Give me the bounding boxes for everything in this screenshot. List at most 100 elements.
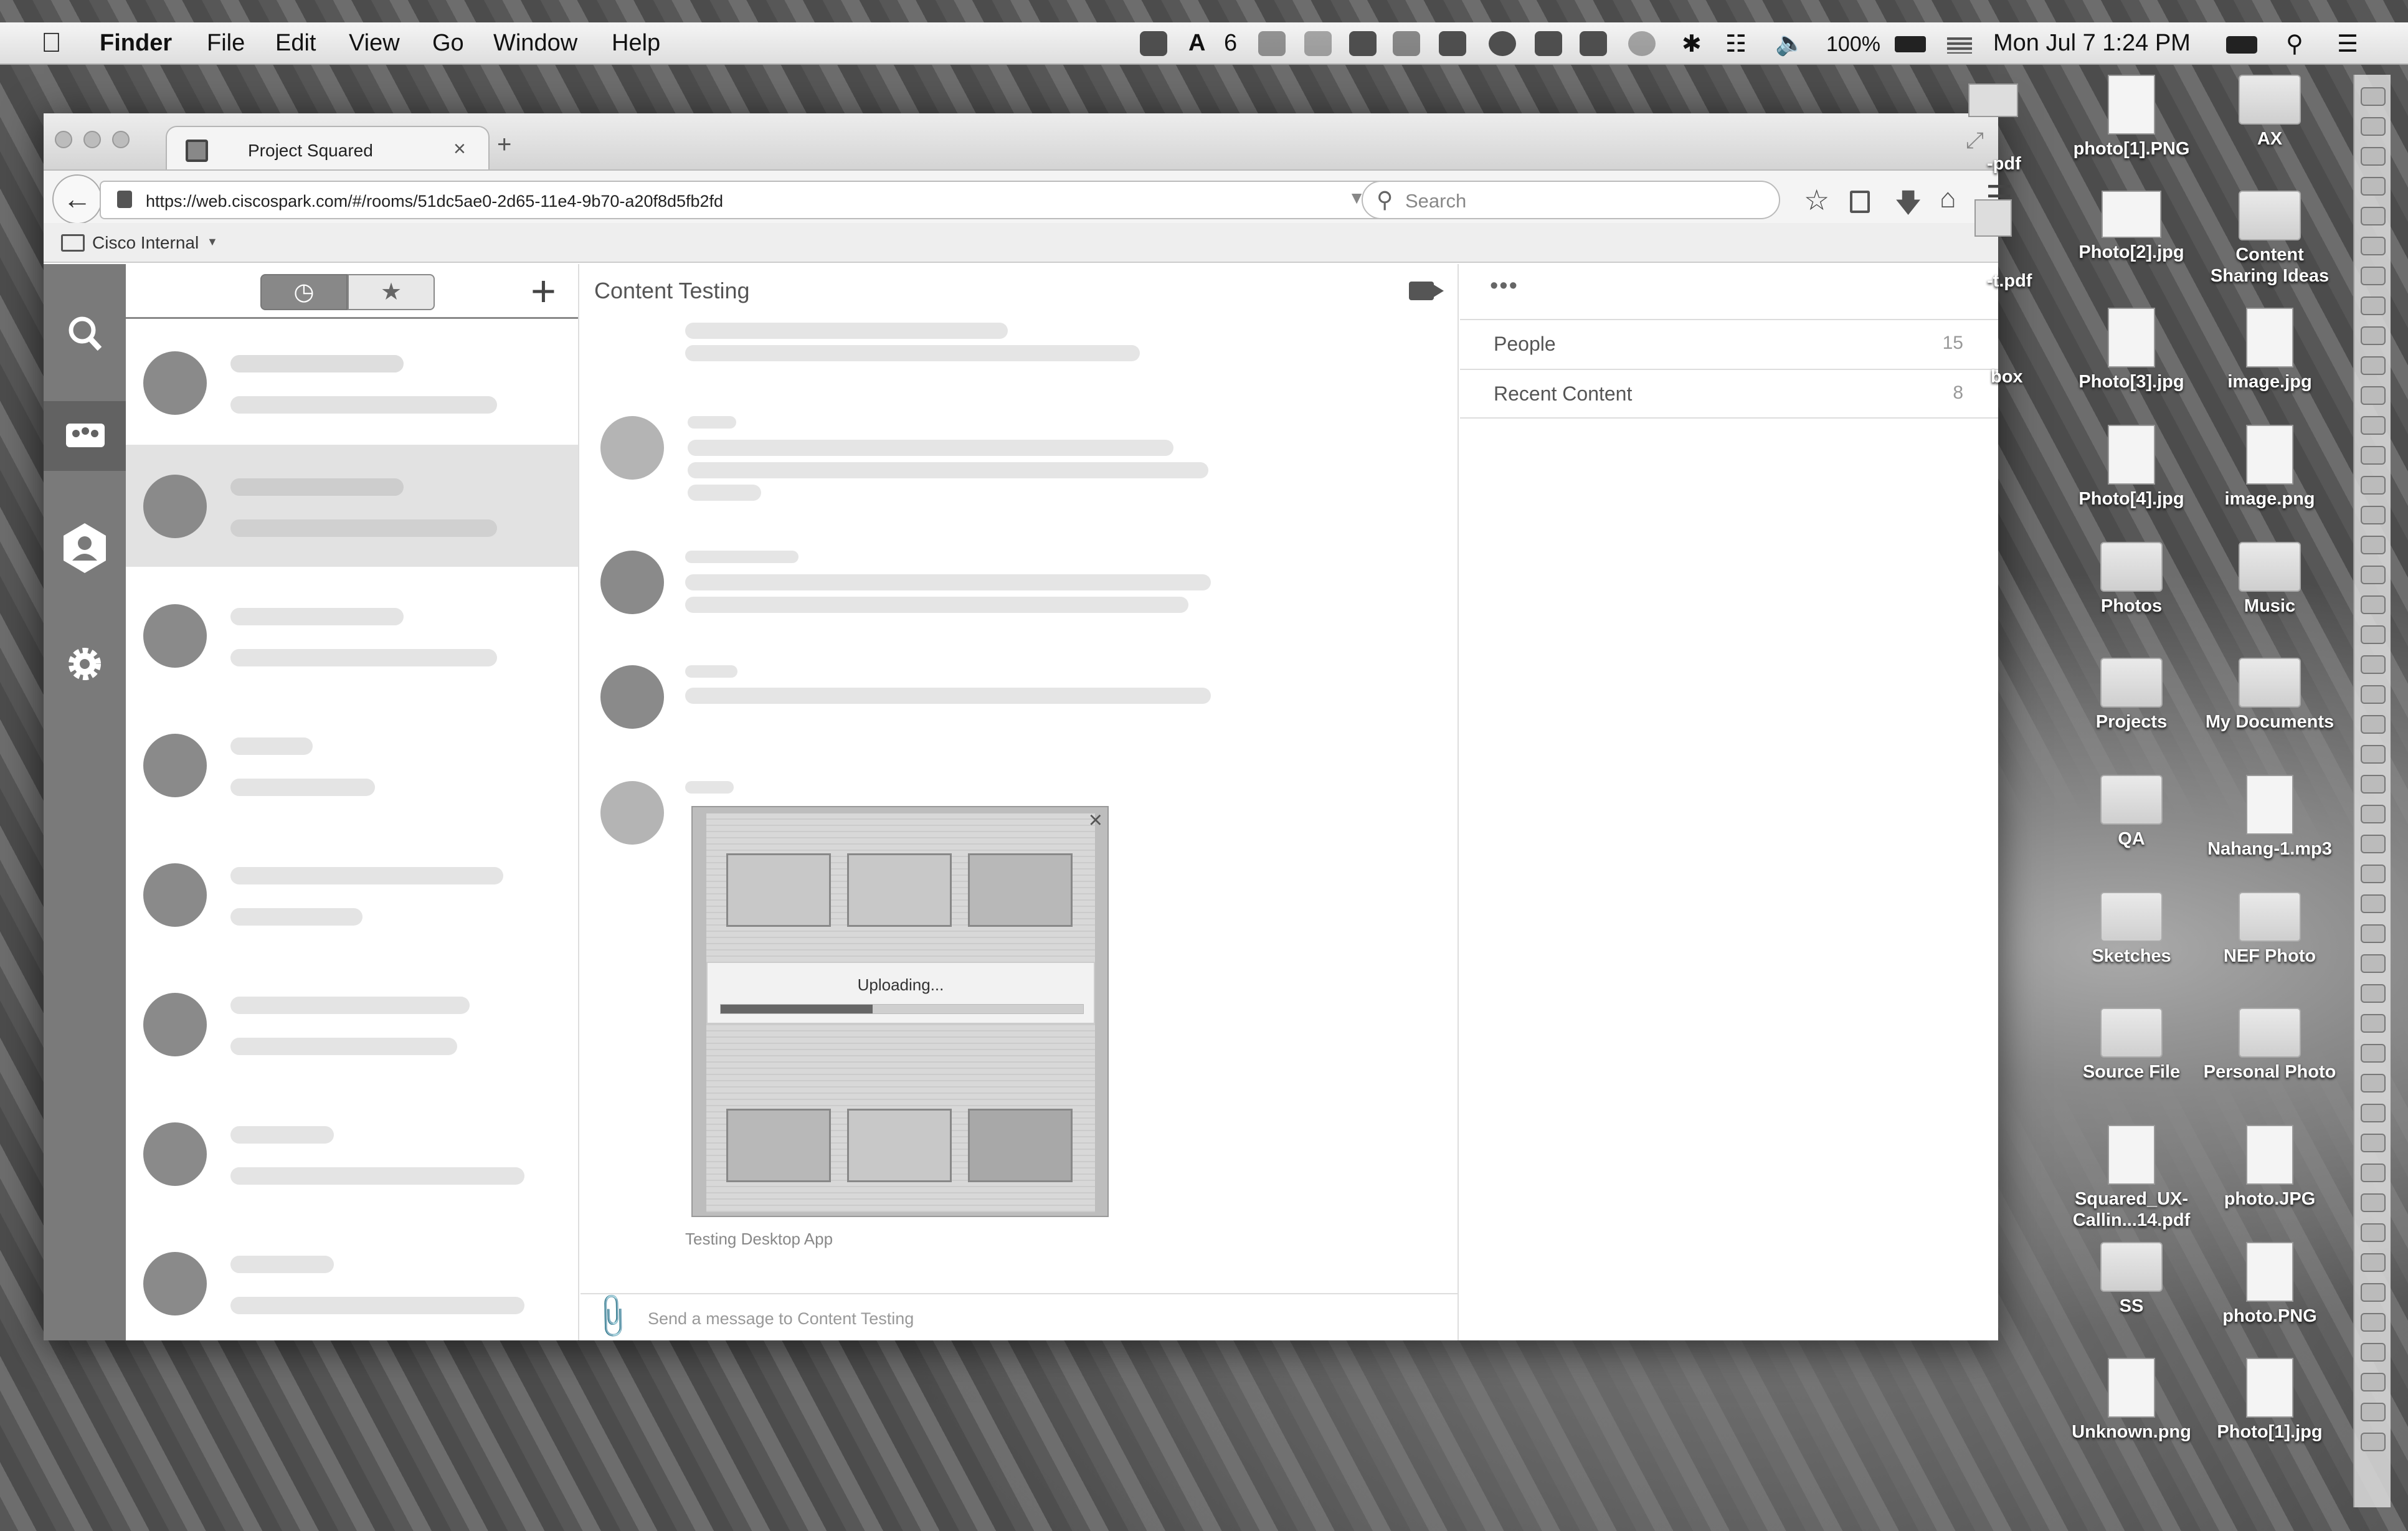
tab-close-icon[interactable]: × xyxy=(453,137,466,161)
desktop-folder[interactable]: Sketches xyxy=(2063,892,2200,967)
reading-list-icon[interactable] xyxy=(1850,191,1870,213)
dock-app-icon[interactable] xyxy=(2361,894,2386,913)
close-window-button[interactable] xyxy=(55,131,72,148)
battery-icon[interactable] xyxy=(1895,36,1926,52)
upload-close-icon[interactable]: × xyxy=(1089,807,1102,834)
upload-preview[interactable]: × Uploading... xyxy=(691,806,1109,1217)
url-field[interactable]: https://web.ciscospark.com/#/rooms/51dc5… xyxy=(100,181,1401,219)
dock-app-icon[interactable] xyxy=(2361,386,2386,405)
dock-app-icon[interactable] xyxy=(2361,655,2386,674)
evernote-icon[interactable] xyxy=(1349,31,1377,56)
volume-icon[interactable]: 🔈 xyxy=(1775,30,1804,57)
dock-app-icon[interactable] xyxy=(2361,1164,2386,1182)
dock-app-icon[interactable] xyxy=(2361,476,2386,495)
bluetooth-icon[interactable]: ✱ xyxy=(1682,30,1702,58)
desktop-folder[interactable]: QA xyxy=(2063,775,2200,850)
dock-app-icon[interactable] xyxy=(2361,147,2386,166)
dock-app-icon[interactable] xyxy=(2361,1433,2386,1451)
dock-app-icon[interactable] xyxy=(2361,715,2386,734)
dock-app-icon[interactable] xyxy=(2361,775,2386,794)
chat-bubble-icon[interactable] xyxy=(1489,31,1516,56)
dock-app-icon[interactable] xyxy=(2361,1253,2386,1272)
dock-app-icon[interactable] xyxy=(2361,1104,2386,1122)
desktop-file[interactable]: photo.PNG xyxy=(2201,1242,2338,1327)
rail-rooms[interactable] xyxy=(44,401,126,471)
tab-project-squared[interactable]: Project Squared × xyxy=(166,126,490,171)
bookmark-star-icon[interactable]: ☆ xyxy=(1804,183,1829,217)
desktop-file[interactable]: Photo[3].jpg xyxy=(2063,308,2200,392)
status-app-icon[interactable] xyxy=(1140,31,1167,56)
apple-icon[interactable]:  xyxy=(41,27,62,59)
clock[interactable]: Mon Jul 7 1:24 PM xyxy=(1993,30,2191,57)
dock-app-icon[interactable] xyxy=(2361,506,2386,524)
menu-edit[interactable]: Edit xyxy=(275,30,316,57)
dock-app-icon[interactable] xyxy=(2361,566,2386,584)
download-icon[interactable]: 🡇 xyxy=(1895,184,1922,229)
dock-app-icon[interactable] xyxy=(2361,865,2386,883)
desktop-folder[interactable]: Content Sharing Ideas xyxy=(2201,191,2338,287)
dock-app-icon[interactable] xyxy=(2361,1283,2386,1302)
panel-item-people[interactable]: People 15 xyxy=(1460,319,1998,369)
checkmark-icon[interactable] xyxy=(1535,31,1562,56)
desktop-file[interactable]: photo[1].PNG xyxy=(2063,75,2200,159)
desktop-folder[interactable]: Personal Photo xyxy=(2201,1008,2338,1083)
dock-app-icon[interactable] xyxy=(2361,296,2386,315)
dock-app-icon[interactable] xyxy=(2361,1223,2386,1242)
folder-sync-icon[interactable] xyxy=(1439,31,1466,56)
dock-app-icon[interactable] xyxy=(2361,1193,2386,1212)
attachment-icon[interactable]: 📎 xyxy=(585,1290,639,1343)
dock-app-icon[interactable] xyxy=(2361,207,2386,225)
dock-app-icon[interactable] xyxy=(2361,1134,2386,1152)
dock-app-icon[interactable] xyxy=(2361,1403,2386,1421)
dock-app-icon[interactable] xyxy=(2361,1373,2386,1391)
add-room-button[interactable]: + xyxy=(531,269,556,313)
rail-contacts[interactable] xyxy=(44,511,126,581)
dock-app-icon[interactable] xyxy=(2361,984,2386,1003)
desktop-file[interactable]: Squared_UX-Callin...14.pdf xyxy=(2063,1125,2200,1231)
dock-app-icon[interactable] xyxy=(2361,1044,2386,1063)
dock-app-icon[interactable] xyxy=(2361,805,2386,823)
cloud-icon[interactable] xyxy=(1304,31,1332,56)
rail-settings[interactable] xyxy=(44,633,126,695)
battery-percent[interactable]: 100% xyxy=(1826,32,1880,57)
notification-icon[interactable]: ☰ xyxy=(2337,30,2358,58)
search-field[interactable]: ⚲ Search xyxy=(1362,181,1780,219)
dock-app-icon[interactable] xyxy=(2361,745,2386,764)
video-call-icon[interactable] xyxy=(1409,282,1444,300)
desktop-folder[interactable]: AX xyxy=(2201,75,2338,149)
status-app-icon-2[interactable] xyxy=(1580,31,1607,56)
desktop-folder[interactable]: Music xyxy=(2201,542,2338,617)
panel-item-recent-content[interactable]: Recent Content 8 xyxy=(1460,369,1998,419)
bookmark-folder-cisco-internal[interactable]: Cisco Internal xyxy=(92,233,199,253)
dock-app-icon[interactable] xyxy=(2361,1014,2386,1033)
flag-icon[interactable] xyxy=(1947,37,1972,54)
dock-app-icon[interactable] xyxy=(2361,685,2386,704)
fullscreen-icon[interactable]: ⤢ xyxy=(1966,127,1984,154)
rail-search[interactable] xyxy=(44,301,126,364)
dock-app-icon[interactable] xyxy=(2361,924,2386,943)
dock-app-icon[interactable] xyxy=(2361,1074,2386,1093)
shield-icon[interactable] xyxy=(1393,31,1420,56)
dock-app-icon[interactable] xyxy=(2361,536,2386,554)
dock-app-icon[interactable] xyxy=(2361,1313,2386,1332)
dropbox-icon[interactable] xyxy=(1258,31,1286,56)
desktop-file[interactable]: image.jpg xyxy=(2201,308,2338,392)
dock-app-icon[interactable] xyxy=(2361,267,2386,285)
desktop-file[interactable]: photo.JPG xyxy=(2201,1125,2338,1210)
menu-view[interactable]: View xyxy=(349,30,400,57)
desktop-folder[interactable]: Photos xyxy=(2063,542,2200,617)
zoom-window-button[interactable] xyxy=(112,131,130,148)
adobe-icon[interactable]: A xyxy=(1188,30,1205,57)
desktop-file[interactable]: Unknown.png xyxy=(2063,1358,2200,1443)
new-tab-button[interactable]: + xyxy=(497,131,511,159)
back-button[interactable]: ← xyxy=(52,174,102,224)
desktop-folder[interactable]: Projects xyxy=(2063,658,2200,732)
time-machine-icon[interactable] xyxy=(1628,31,1656,56)
desktop-folder[interactable]: NEF Photo xyxy=(2201,892,2338,967)
dock-app-icon[interactable] xyxy=(2361,237,2386,255)
dock-app-icon[interactable] xyxy=(2361,954,2386,973)
desktop-folder[interactable]: Source File xyxy=(2063,1008,2200,1083)
desktop-file[interactable]: Photo[4].jpg xyxy=(2063,425,2200,510)
dock-app-icon[interactable] xyxy=(2361,835,2386,853)
desktop-icon-partial[interactable] xyxy=(1974,199,2012,237)
